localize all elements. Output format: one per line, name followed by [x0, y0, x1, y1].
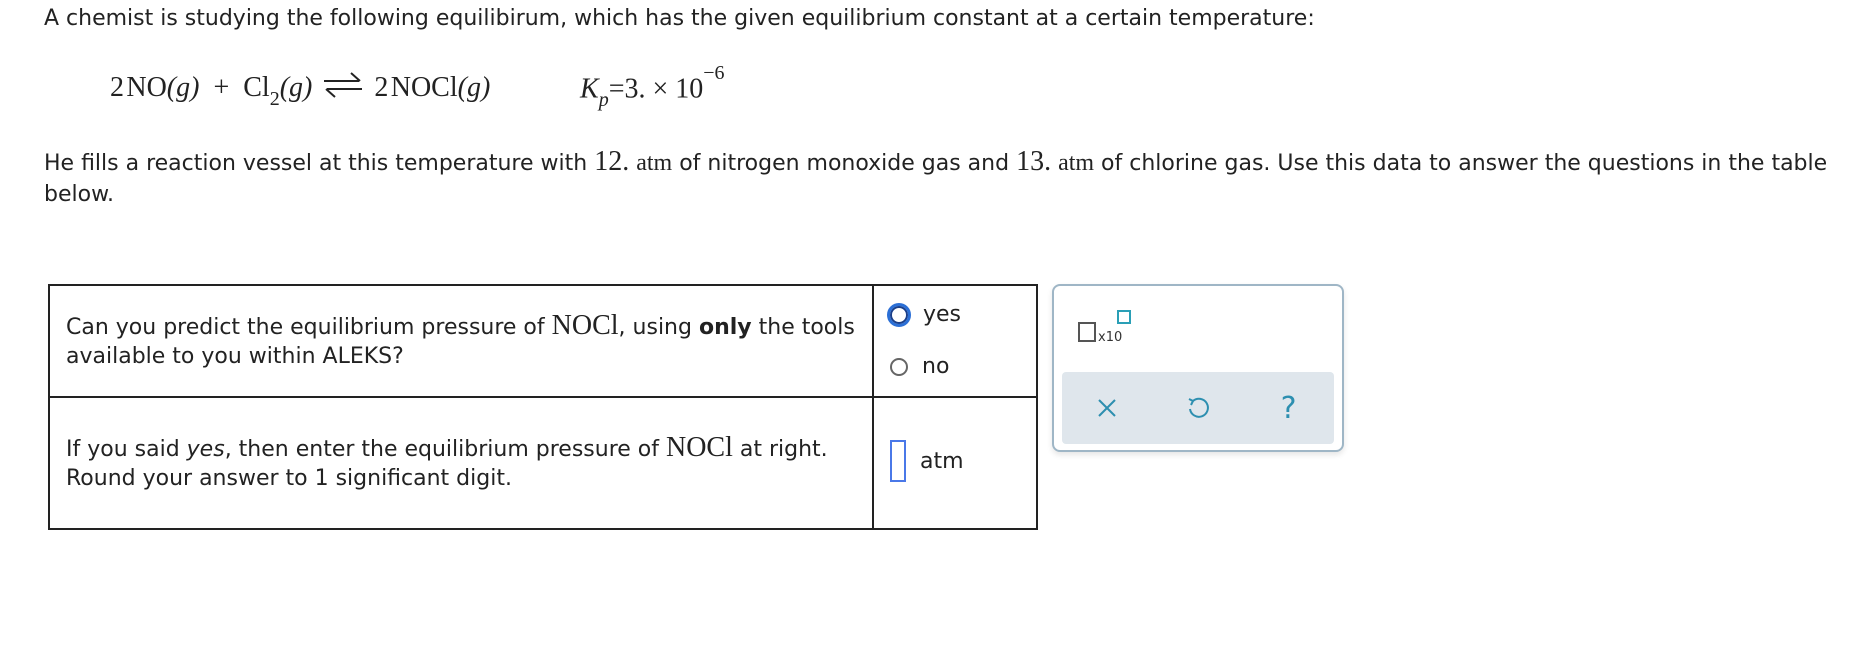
kp-symbol: K	[580, 73, 599, 105]
math-tool-panel: x10 ?	[1052, 284, 1344, 452]
reaction: 2 NO(g) + Cl2(g) 2 NOCl(g)	[110, 70, 491, 110]
mantissa-box-icon	[1078, 322, 1096, 342]
q2-text-2: , then enter the equilibrium pressure of	[224, 437, 666, 462]
table-row: Can you predict the equilibrium pressure…	[48, 284, 1038, 398]
no-pressure-unit: atm	[636, 150, 673, 176]
q1-bold: only	[698, 315, 752, 340]
q2-formula: NOCl	[665, 432, 733, 463]
answer-1-cell: yes no	[872, 284, 1038, 398]
option-yes-label[interactable]: yes	[923, 302, 961, 327]
clear-button[interactable]	[1083, 384, 1131, 432]
paragraph-text-2: of nitrogen monoxide gas and	[672, 151, 1017, 176]
option-yes[interactable]: yes	[887, 302, 961, 327]
q1-text-2: , using	[618, 315, 699, 340]
undo-button[interactable]	[1174, 384, 1222, 432]
exponent-box-icon	[1117, 310, 1131, 324]
option-no[interactable]: no	[890, 354, 949, 379]
equilibrium-arrow-icon	[324, 72, 363, 98]
species-cl: Cl	[243, 72, 270, 103]
kp-equals: =	[608, 73, 625, 105]
question-2-cell: If you said yes, then enter the equilibr…	[48, 396, 874, 530]
cl2-pressure-unit: atm	[1058, 150, 1095, 176]
species-nocl: NOCl	[390, 72, 458, 103]
radio-yes[interactable]	[887, 302, 911, 327]
q1-text-1: Can you predict the equilibrium pressure…	[66, 315, 552, 340]
q2-text-1: If you said	[66, 437, 187, 462]
q2-italic: yes	[186, 437, 225, 462]
question-1-cell: Can you predict the equilibrium pressure…	[48, 284, 874, 398]
pressure-unit-label: atm	[920, 448, 964, 474]
pressure-answer: atm	[890, 440, 964, 482]
kp-exponent: −6	[703, 62, 725, 84]
coef-nocl: 2	[374, 72, 389, 103]
close-icon	[1098, 399, 1117, 417]
phase-no: (g)	[166, 72, 200, 103]
coef-no: 2	[110, 72, 124, 103]
help-icon: ?	[1280, 390, 1297, 426]
no-pressure-value: 12.	[594, 146, 630, 177]
help-button[interactable]: ?	[1265, 384, 1313, 432]
kp-base: 10	[675, 73, 704, 105]
problem-paragraph: He fills a reaction vessel at this tempe…	[44, 146, 1834, 210]
kp-mantissa: 3.	[624, 73, 646, 105]
pressure-input[interactable]	[890, 440, 906, 482]
x10-label: x10	[1098, 330, 1123, 345]
q1-formula: NOCl	[551, 310, 619, 341]
question-table: Can you predict the equilibrium pressure…	[48, 284, 1038, 530]
tool-button-bar: ?	[1062, 372, 1334, 444]
species-no: NO	[126, 72, 167, 103]
radio-no[interactable]	[890, 357, 908, 376]
subscript-cl: 2	[269, 88, 280, 110]
equilibrium-constant: Kp=3. × 10−6	[580, 62, 725, 111]
phase-cl: (g)	[279, 72, 313, 103]
cl2-pressure-value: 13.	[1016, 146, 1052, 177]
option-no-label[interactable]: no	[922, 354, 949, 379]
kp-subscript: p	[598, 89, 609, 112]
undo-icon	[1188, 397, 1209, 418]
kp-times: ×	[652, 73, 669, 105]
plus-sign: +	[213, 72, 230, 103]
equilibrium-equation: 2 NO(g) + Cl2(g) 2 NOCl(g) Kp=3. × 10−6	[110, 62, 810, 122]
scientific-notation-button[interactable]: x10	[1078, 310, 1138, 350]
table-row: If you said yes, then enter the equilibr…	[48, 396, 1038, 530]
phase-nocl: (g)	[457, 72, 491, 103]
answer-2-cell: atm	[872, 396, 1038, 530]
paragraph-text-1: He fills a reaction vessel at this tempe…	[44, 151, 595, 176]
problem-intro: A chemist is studying the following equi…	[44, 6, 1315, 31]
